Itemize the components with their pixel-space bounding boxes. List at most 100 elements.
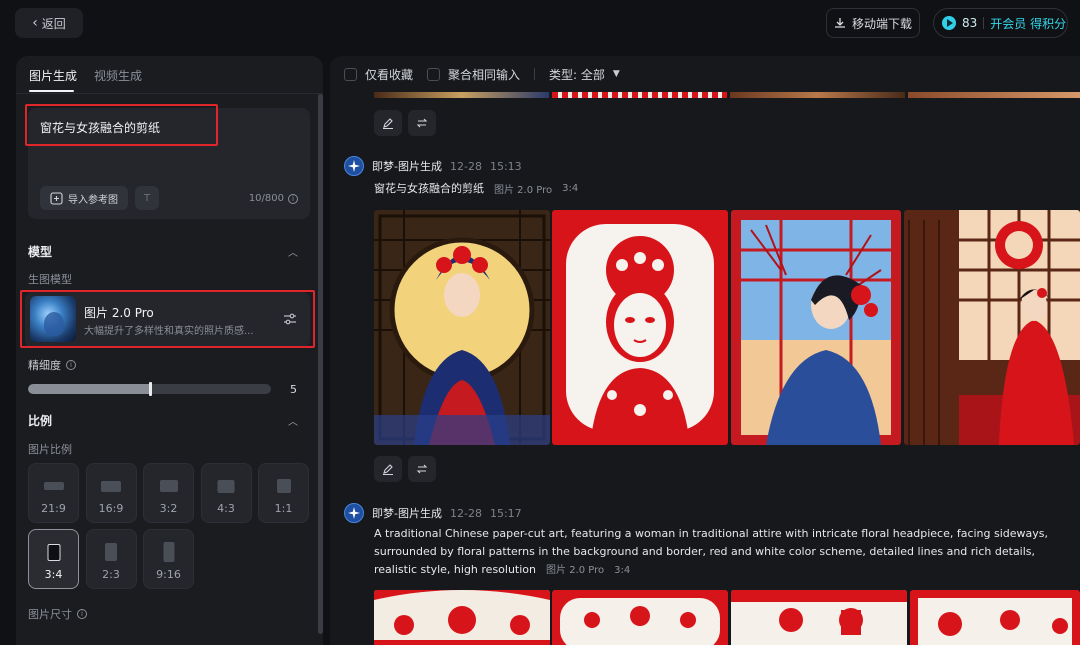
papercut-illustration xyxy=(552,210,728,445)
ratio-label: 1:1 xyxy=(274,502,293,515)
ratio-label: 3:2 xyxy=(159,502,178,515)
generation-date: 12-28 xyxy=(449,506,482,520)
chevron-up-icon[interactable]: ︿ xyxy=(288,413,298,428)
ratio-option-9-16[interactable]: 9:16 xyxy=(143,529,194,589)
detail-slider-handle[interactable] xyxy=(148,382,152,396)
info-icon[interactable]: i xyxy=(66,360,76,370)
back-button[interactable]: ‹ 返回 xyxy=(15,8,83,38)
generation-time: 15:13 xyxy=(489,159,522,173)
import-reference-button[interactable]: 导入参考图 xyxy=(40,186,128,210)
dreamina-avatar xyxy=(344,503,364,523)
generated-image-girl-round-window[interactable] xyxy=(374,210,550,445)
dreamina-avatar xyxy=(344,156,364,176)
regenerate-button[interactable] xyxy=(408,456,436,482)
refresh-icon xyxy=(416,118,428,128)
prompt-text[interactable]: 窗花与女孩融合的剪纸 xyxy=(374,180,484,196)
ratio-label: 21:9 xyxy=(41,502,66,515)
generated-image-papercut-portrait[interactable] xyxy=(552,210,728,445)
regenerate-button[interactable] xyxy=(408,110,436,136)
group-same-label: 聚合相同输入 xyxy=(448,67,521,82)
prompt-text[interactable]: A traditional Chinese paper-cut art, fea… xyxy=(374,527,1048,576)
edit-button[interactable] xyxy=(374,110,402,136)
papercut-illustration xyxy=(731,210,901,445)
panel-scrollbar[interactable] xyxy=(318,94,323,634)
type-filter-label: 类型: 全部 xyxy=(549,67,605,82)
ratio-section-title: 比例 xyxy=(28,414,53,428)
favorites-label: 仅看收藏 xyxy=(365,67,414,82)
papercut-illustration xyxy=(552,590,728,645)
previous-image[interactable] xyxy=(374,92,549,98)
ratio-option-1-1[interactable]: 1:1 xyxy=(258,463,309,523)
chevron-left-icon: ‹ xyxy=(32,15,38,31)
membership-pill[interactable]: 83 开会员 得积分 xyxy=(933,8,1068,38)
generated-image-papercut-2[interactable] xyxy=(552,590,728,645)
detail-value: 5 xyxy=(290,383,297,396)
ratio-shape-icon xyxy=(276,479,291,493)
previous-image[interactable] xyxy=(552,92,727,98)
ratio-option-4-3[interactable]: 4:3 xyxy=(200,463,252,523)
favorites-checkbox[interactable] xyxy=(344,67,357,81)
ratio-shape-icon xyxy=(159,480,178,492)
previous-image[interactable] xyxy=(730,92,905,98)
mode-tabs: 图片生成 视频生成 xyxy=(16,56,323,94)
ratio-option-3-4[interactable]: 3:4 xyxy=(28,529,79,589)
generated-image-papercut-1[interactable] xyxy=(374,590,550,645)
ratio-sublabel: 图片比例 xyxy=(28,441,72,457)
generated-image-papercut-4[interactable] xyxy=(910,590,1080,645)
sparkle-icon xyxy=(348,160,360,172)
ratio-label: 3:4 xyxy=(44,568,63,581)
edit-button[interactable] xyxy=(374,456,402,482)
text-style-button[interactable]: T xyxy=(135,186,159,210)
generation-author: 即梦-图片生成 xyxy=(372,507,442,520)
group-same-checkbox[interactable] xyxy=(427,67,441,81)
ratio-tag: 3:4 xyxy=(614,565,631,576)
previous-image[interactable] xyxy=(908,92,1080,98)
image-import-icon xyxy=(50,191,63,205)
generation-feed: 仅看收藏 聚合相同输入 类型: 全部 ▼ 即梦-图片生成 12-28 15:13 xyxy=(330,56,1080,645)
ratio-shape-icon xyxy=(43,482,64,490)
ratio-option-2-3[interactable]: 2:3 xyxy=(85,529,137,589)
ratio-option-16-9[interactable]: 16:9 xyxy=(85,463,137,523)
ratio-option-3-2[interactable]: 3:2 xyxy=(143,463,194,523)
ratio-shape-icon xyxy=(163,542,174,562)
mobile-download-button[interactable]: 移动端下载 xyxy=(826,8,920,38)
text-icon: T xyxy=(143,192,151,204)
char-count: 10/800 xyxy=(248,193,284,204)
generated-image-papercut-3[interactable] xyxy=(731,590,907,645)
papercut-illustration xyxy=(374,590,550,645)
generation-time: 15:17 xyxy=(489,506,522,520)
type-filter-dropdown[interactable]: 类型: 全部 ▼ xyxy=(549,66,620,83)
import-reference-label: 导入参考图 xyxy=(68,194,118,206)
generation-settings-panel: 图片生成 视频生成 窗花与女孩融合的剪纸 导入参考图 T 10/800 i 模型… xyxy=(16,56,323,645)
generated-image-girl-interior[interactable] xyxy=(904,210,1080,445)
char-counter: 10/800 i xyxy=(249,193,298,204)
previous-images-strip xyxy=(374,92,1080,98)
model-sublabel: 生图模型 xyxy=(28,271,72,287)
info-icon[interactable]: i xyxy=(77,609,87,619)
ratio-shape-icon xyxy=(47,543,60,561)
sparkle-icon xyxy=(348,507,360,519)
ratio-label: 9:16 xyxy=(156,568,181,581)
detail-label: 精细度 i xyxy=(28,357,76,373)
generation-prompt: A traditional Chinese paper-cut art, fea… xyxy=(374,525,1074,580)
detail-slider-fill xyxy=(28,384,150,394)
info-icon[interactable]: i xyxy=(288,193,298,204)
pencil-icon xyxy=(383,464,393,476)
generation-header: 即梦-图片生成 12-28 15:17 xyxy=(344,503,522,523)
tab-image-generation[interactable]: 图片生成 xyxy=(29,67,77,84)
detail-label-text: 精细度 xyxy=(28,359,61,372)
model-highlight-box xyxy=(20,290,315,348)
divider xyxy=(534,68,536,80)
papercut-illustration xyxy=(904,210,1080,445)
tab-video-generation[interactable]: 视频生成 xyxy=(94,67,142,84)
ratio-label: 4:3 xyxy=(217,502,235,515)
ratio-option-21-9[interactable]: 21:9 xyxy=(28,463,79,523)
favorites-filter[interactable]: 仅看收藏 xyxy=(344,66,413,83)
member-link[interactable]: 开会员 得积分 xyxy=(990,15,1066,32)
model-tag: 图片 2.0 Pro xyxy=(546,565,605,576)
refresh-icon xyxy=(416,464,428,474)
group-same-filter[interactable]: 聚合相同输入 xyxy=(427,66,520,83)
generated-image-girl-bamboo[interactable] xyxy=(731,210,901,445)
chevron-up-icon[interactable]: ︿ xyxy=(288,244,298,259)
size-label-text: 图片尺寸 xyxy=(28,608,72,621)
